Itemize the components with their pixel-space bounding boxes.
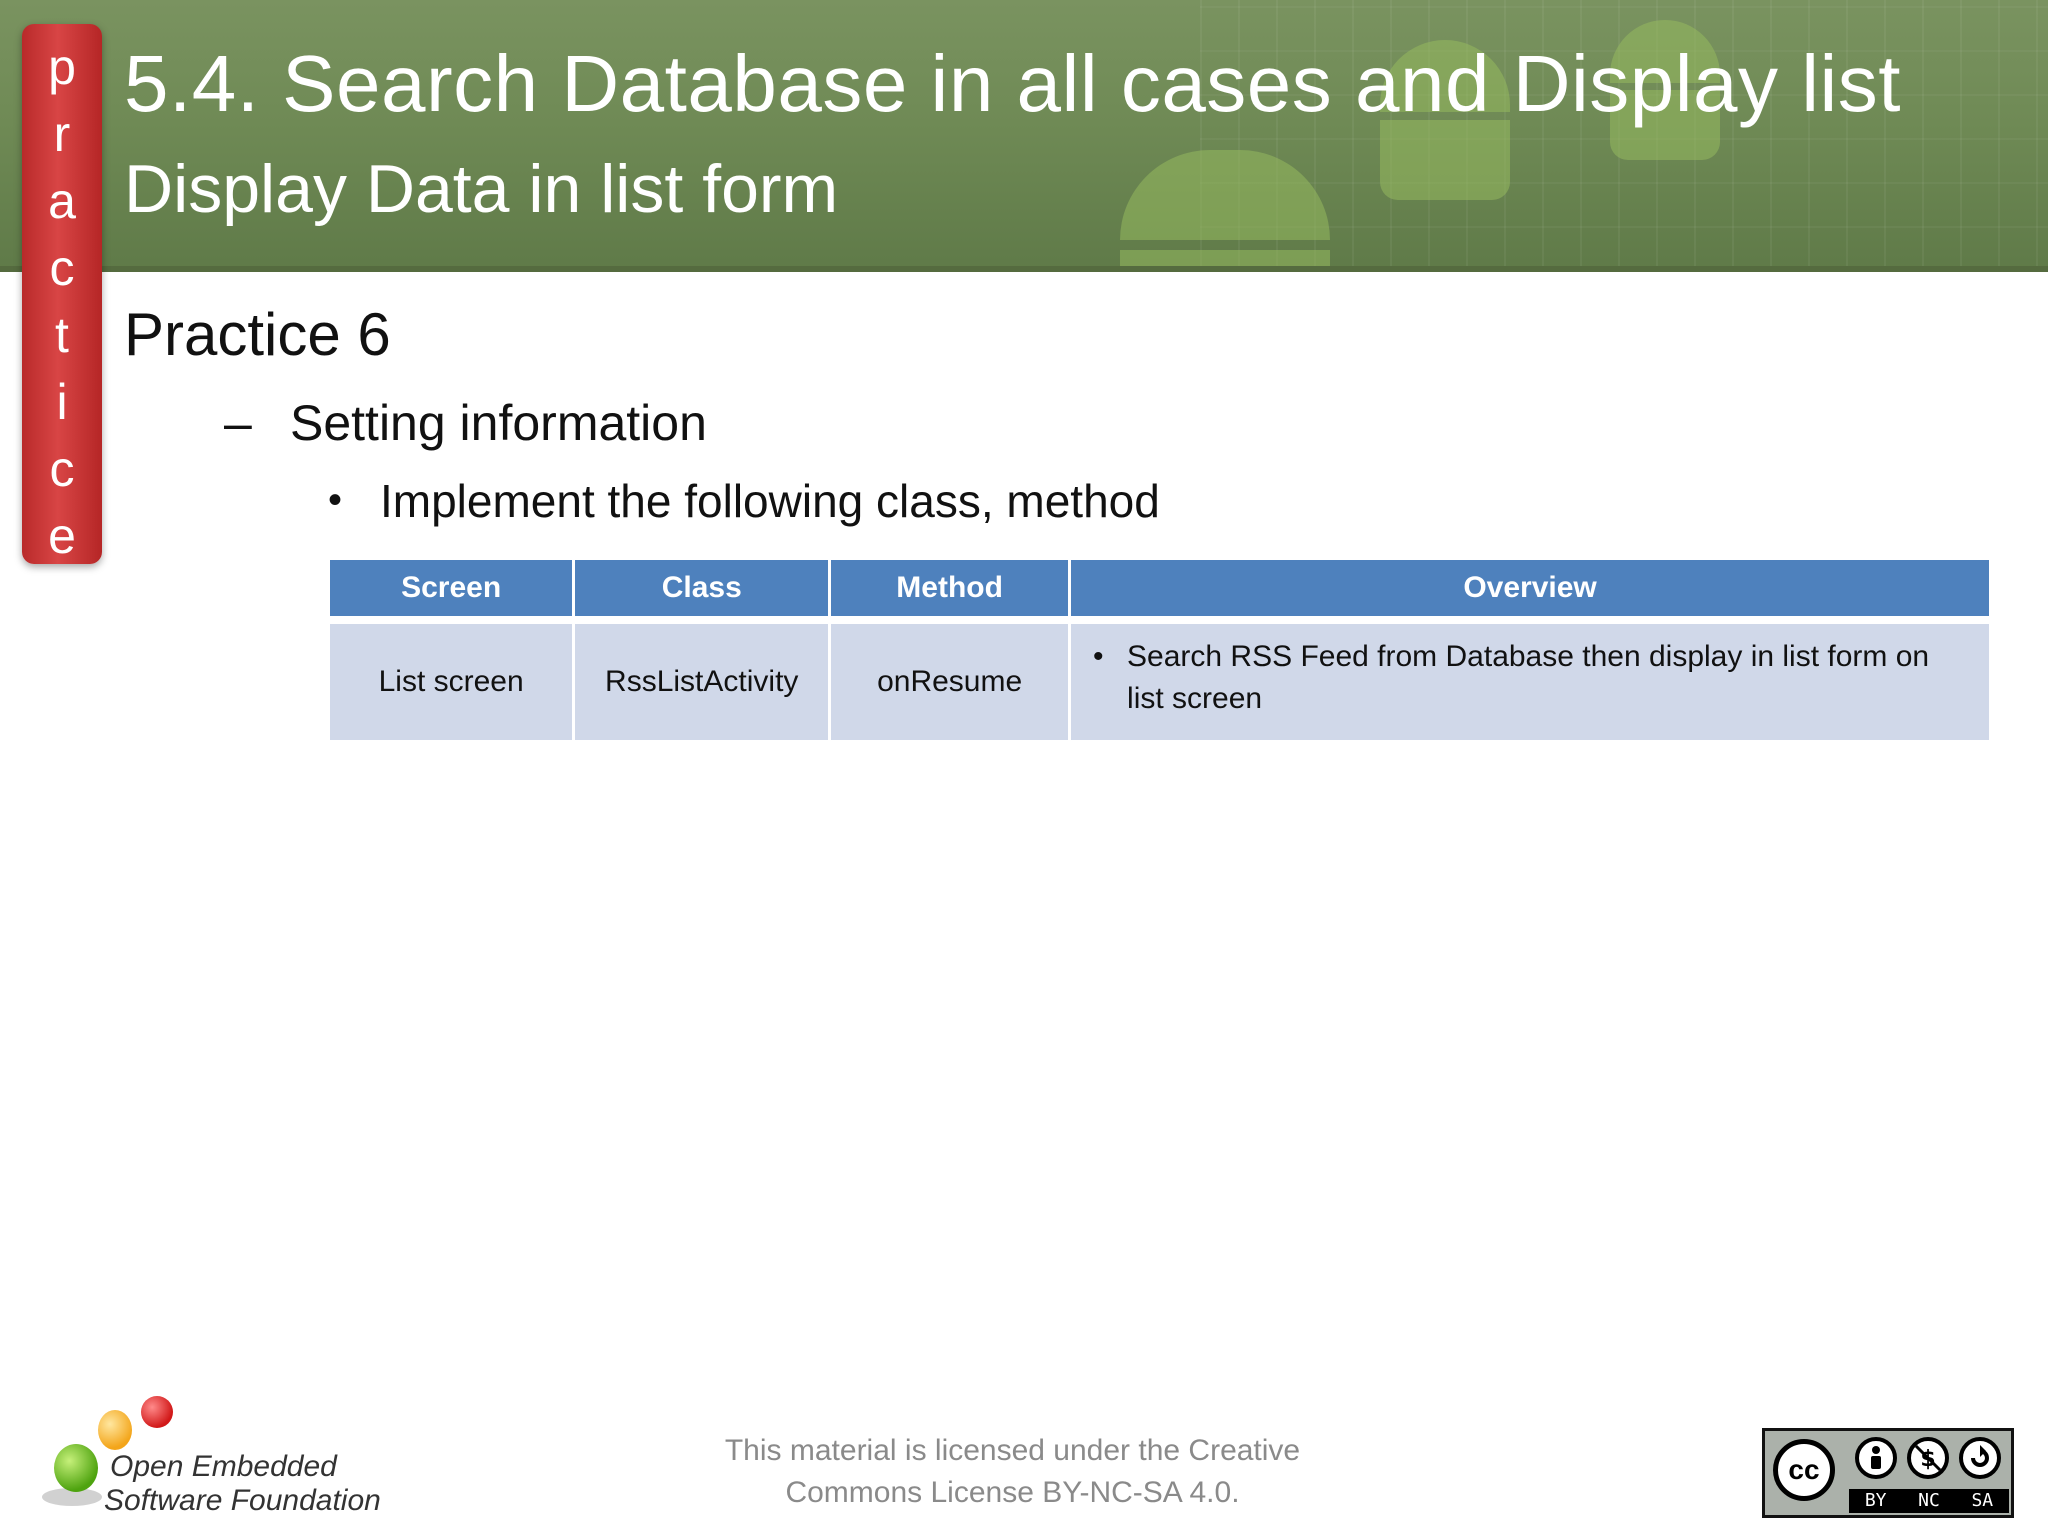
slide-title: 5.4. Search Database in all cases and Di…: [124, 39, 1902, 128]
logo-text-line1: Open Embedded: [110, 1450, 337, 1483]
cc-label-by: BY: [1864, 1490, 1887, 1511]
bullet-marker: •: [328, 478, 343, 522]
table-header-row: Screen Class Method Overview: [330, 560, 1992, 620]
logo-text-line2: Software Foundation: [104, 1484, 381, 1517]
license-notice: This material is licensed under the Crea…: [640, 1430, 1385, 1514]
cell-class: RssListActivity: [573, 616, 832, 740]
attribution-icon: [1855, 1437, 1897, 1479]
side-tab-letter: r: [53, 106, 71, 162]
class-method-table: Screen Class Method Overview List screen…: [330, 560, 1992, 740]
slide-header: 5.4. Search Database in all cases and Di…: [0, 0, 2048, 272]
column-header-class: Class: [573, 560, 832, 620]
side-tab-letter: p: [48, 39, 76, 95]
oesf-logo: Open Embedded Software Foundation: [38, 1392, 398, 1522]
license-line2: Commons License BY-NC-SA 4.0.: [785, 1476, 1240, 1509]
overview-text: Search RSS Feed from Database then displ…: [1127, 640, 1930, 715]
slide-subtitle: Display Data in list form: [124, 151, 839, 227]
logo-red-ball-icon: [141, 1396, 173, 1428]
bullet-level3-text: Implement the following class, method: [380, 475, 1160, 527]
license-line1: This material is licensed under the Crea…: [724, 1434, 1301, 1467]
side-tab-letter: e: [48, 508, 76, 564]
bullet-level3: • Implement the following class, method: [328, 474, 1160, 528]
sharealike-icon: [1959, 1437, 2001, 1479]
logo-yellow-ball-icon: [98, 1410, 132, 1450]
side-tab-letter: c: [49, 240, 75, 296]
cc-license-badge: cc $ BY NC SA: [1762, 1428, 2014, 1518]
side-tab-letter: i: [56, 374, 68, 430]
cc-label-sa: SA: [1971, 1490, 1994, 1511]
side-tab-letter: c: [49, 441, 75, 497]
column-header-method: Method: [829, 560, 1072, 620]
cell-method: onResume: [829, 616, 1072, 740]
cell-overview: • Search RSS Feed from Database then dis…: [1069, 616, 1992, 740]
bullet-level2: – Setting information: [224, 394, 707, 452]
overview-bullet: •: [1093, 640, 1104, 673]
side-tab-letter: t: [55, 307, 69, 363]
header-divider: [0, 266, 2048, 272]
dash-marker: –: [224, 395, 252, 451]
cc-icon: cc: [1773, 1439, 1835, 1501]
table-row: List screen RssListActivity onResume • S…: [330, 616, 1992, 740]
heading-practice: Practice 6: [124, 301, 391, 368]
logo-green-ball-icon: [54, 1444, 98, 1492]
cc-label-strip: BY NC SA: [1849, 1489, 2009, 1513]
side-tab-letter: a: [48, 173, 76, 229]
practice-side-tab: p r a c t i c e: [22, 24, 102, 564]
cell-screen: List screen: [330, 616, 576, 740]
cc-label-nc: NC: [1918, 1490, 1940, 1511]
noncommercial-icon: $: [1907, 1437, 1949, 1479]
android-robot-image: [1120, 150, 1330, 272]
column-header-screen: Screen: [330, 560, 576, 620]
column-header-overview: Overview: [1069, 560, 1992, 620]
bullet-level2-text: Setting information: [290, 395, 707, 451]
